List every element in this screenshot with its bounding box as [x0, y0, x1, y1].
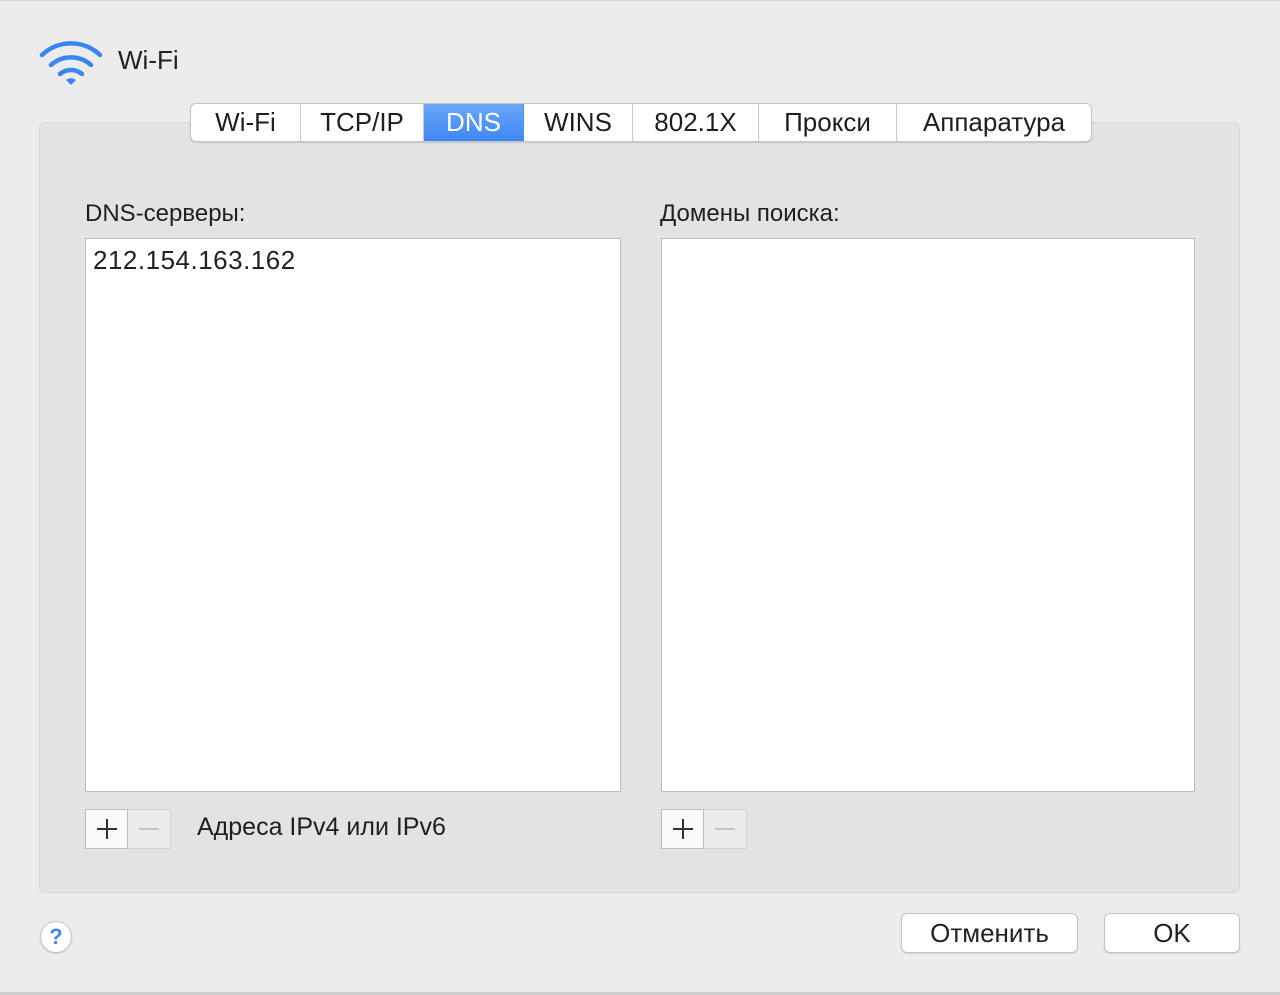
- window-top-border: [0, 0, 1280, 1]
- ok-button[interactable]: OK: [1104, 913, 1240, 953]
- window-title: Wi-Fi: [118, 44, 179, 75]
- search-domains-list[interactable]: [661, 238, 1195, 792]
- dns-address-hint: Адреса IPv4 или IPv6: [197, 813, 446, 841]
- window-header: Wi-Fi: [38, 36, 179, 88]
- remove-search-domain-button[interactable]: [704, 809, 747, 849]
- help-icon: ?: [49, 924, 63, 949]
- add-dns-server-button[interactable]: [85, 809, 128, 849]
- tab-tcpip[interactable]: TCP/IP: [301, 104, 424, 141]
- minus-icon: [139, 828, 159, 830]
- dns-servers-controls: [85, 809, 171, 849]
- dns-servers-list[interactable]: 212.154.163.162: [85, 238, 621, 792]
- tab-wifi[interactable]: Wi-Fi: [191, 104, 301, 141]
- cancel-button[interactable]: Отменить: [901, 913, 1078, 953]
- help-button[interactable]: ?: [40, 921, 72, 953]
- tab-hardware[interactable]: Аппаратура: [897, 104, 1091, 141]
- add-search-domain-button[interactable]: [661, 809, 704, 849]
- tab-dns[interactable]: DNS: [424, 104, 524, 141]
- tab-bar: Wi-Fi TCP/IP DNS WINS 802.1X Прокси Аппа…: [190, 103, 1092, 142]
- dns-servers-label: DNS-серверы:: [85, 200, 246, 227]
- tab-wins[interactable]: WINS: [524, 104, 633, 141]
- minus-icon: [715, 828, 735, 830]
- list-item[interactable]: 212.154.163.162: [86, 239, 620, 276]
- wifi-icon: [39, 41, 103, 85]
- plus-icon: [672, 819, 693, 839]
- search-domains-label: Домены поиска:: [660, 200, 840, 227]
- tab-proxies[interactable]: Прокси: [759, 104, 897, 141]
- search-domains-controls: [661, 809, 747, 849]
- plus-icon: [96, 819, 117, 839]
- tab-8021x[interactable]: 802.1X: [633, 104, 759, 141]
- remove-dns-server-button[interactable]: [128, 809, 171, 849]
